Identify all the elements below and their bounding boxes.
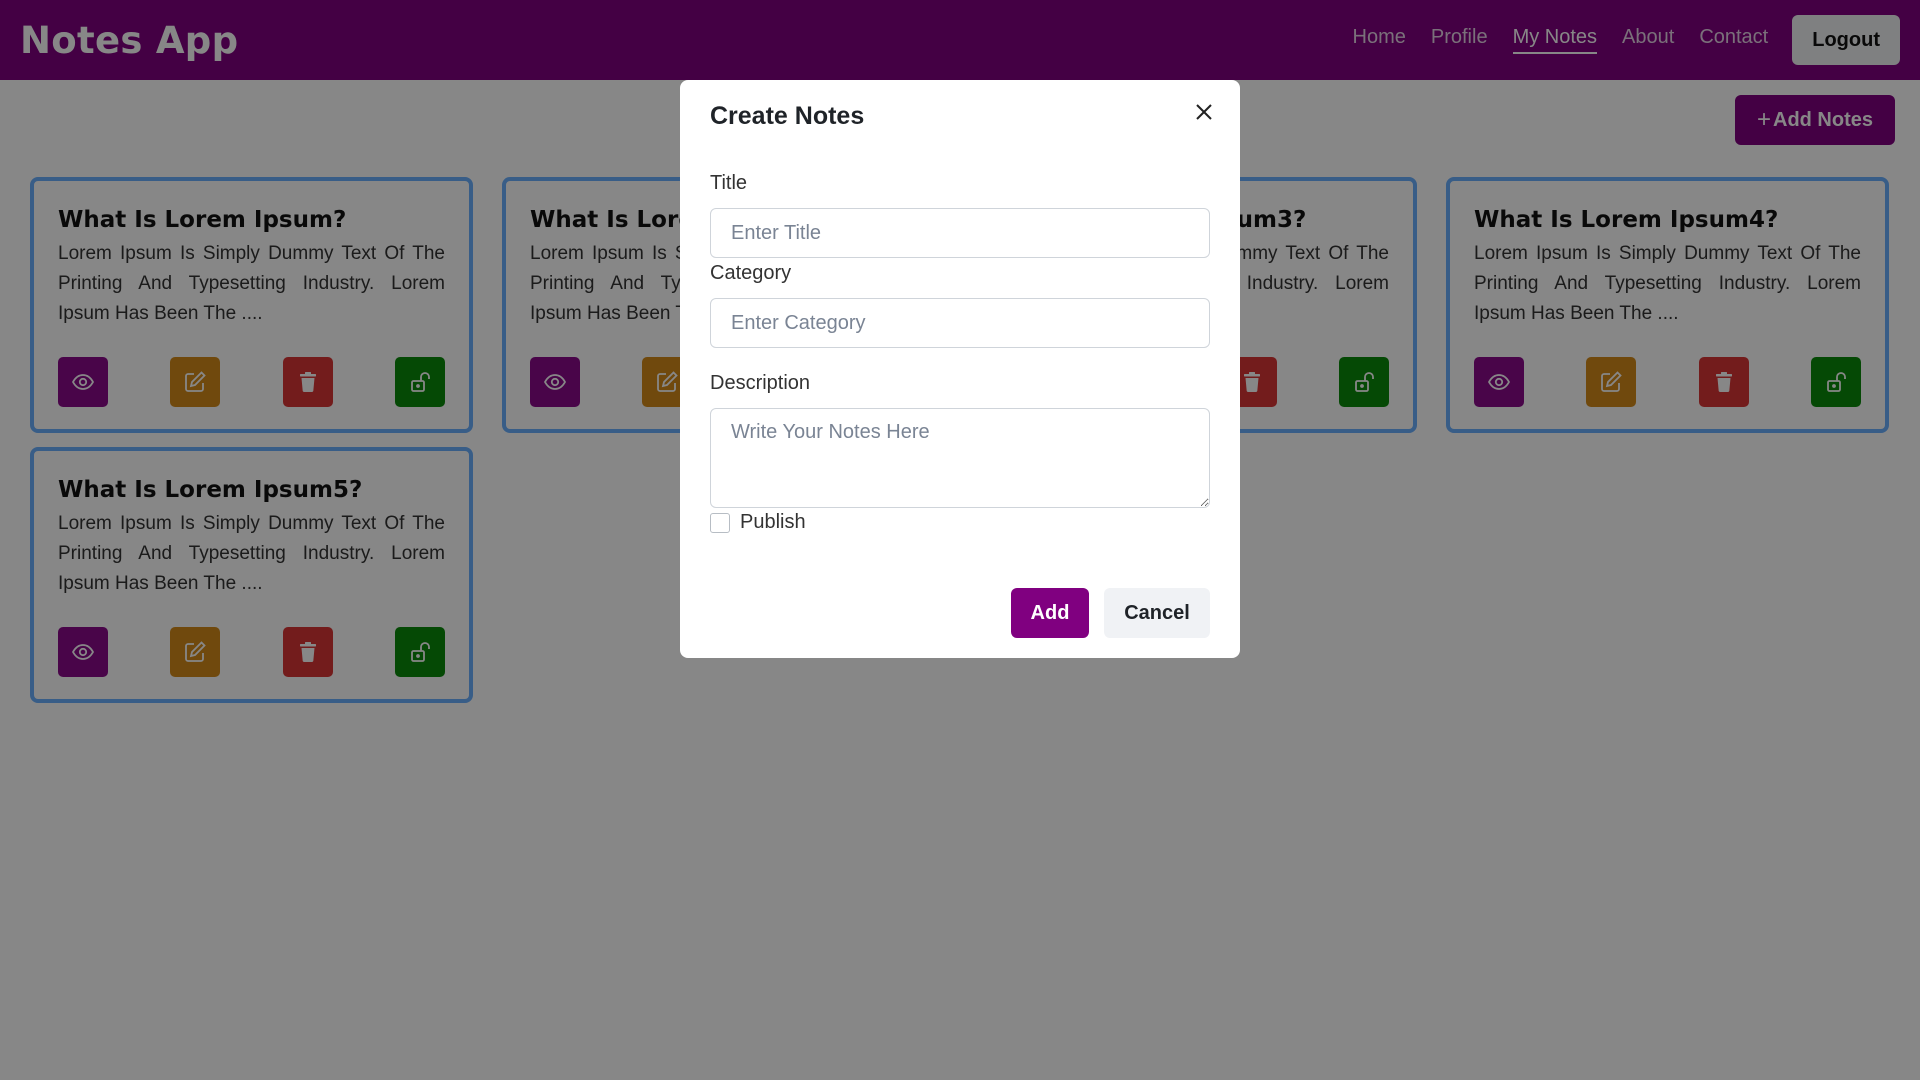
modal-title: Create Notes	[710, 102, 865, 130]
description-textarea[interactable]	[710, 408, 1210, 508]
description-label: Description	[710, 372, 811, 394]
publish-label[interactable]: Publish	[740, 511, 806, 534]
category-input[interactable]	[710, 298, 1210, 348]
publish-row: Publish	[710, 511, 806, 534]
create-notes-modal: Create Notes Title Category Description …	[680, 80, 1240, 658]
add-button[interactable]: Add	[1011, 588, 1089, 638]
category-label: Category	[710, 262, 792, 284]
title-input[interactable]	[710, 208, 1210, 258]
close-modal-button[interactable]	[1190, 98, 1218, 126]
close-icon	[1196, 104, 1212, 120]
title-label: Title	[710, 172, 748, 194]
cancel-button[interactable]: Cancel	[1104, 588, 1210, 638]
publish-checkbox[interactable]	[710, 512, 730, 533]
